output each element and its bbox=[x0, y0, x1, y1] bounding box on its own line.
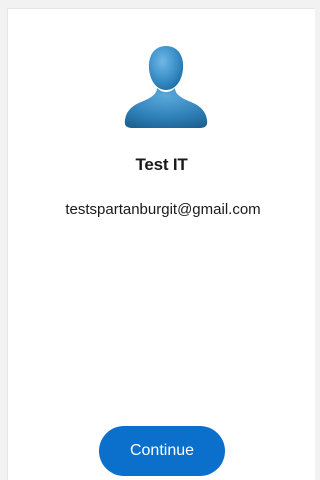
continue-button[interactable]: Continue bbox=[99, 426, 225, 476]
account-card: Test IT testspartanburgit@gmail.com Cont… bbox=[7, 8, 315, 480]
user-silhouette-icon bbox=[124, 46, 208, 128]
account-email: testspartanburgit@gmail.com bbox=[65, 201, 261, 218]
account-display-name: Test IT bbox=[135, 155, 188, 174]
user-avatar-icon bbox=[121, 42, 211, 132]
